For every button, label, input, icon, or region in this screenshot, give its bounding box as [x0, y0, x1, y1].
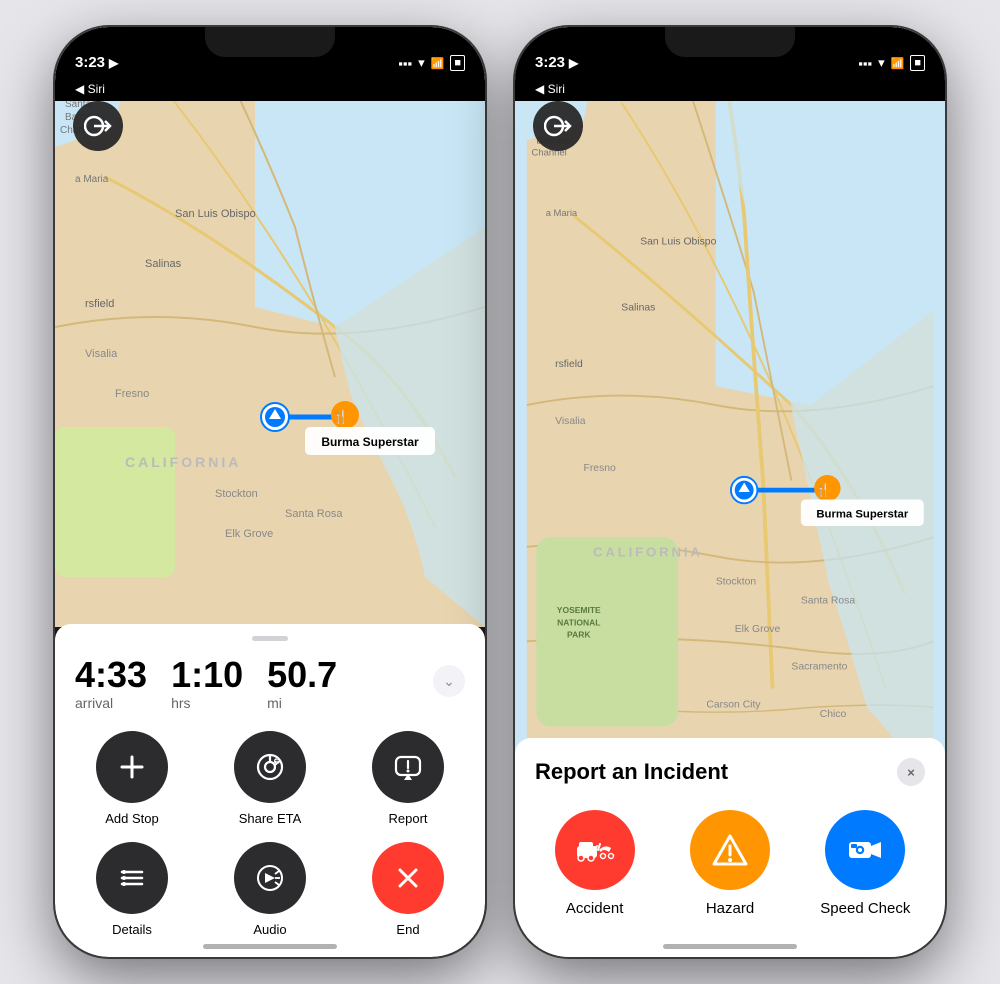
notch-1: [205, 27, 335, 57]
share-eta-item: + Share ETA: [213, 731, 327, 826]
svg-text:San Luis Obispo: San Luis Obispo: [175, 208, 256, 220]
svg-text:Stockton: Stockton: [215, 488, 258, 500]
svg-text:rsfield: rsfield: [85, 298, 114, 310]
incident-grid: Accident Hazard: [535, 810, 925, 917]
svg-text:Santa Rosa: Santa Rosa: [285, 508, 343, 520]
report-header: Report an Incident ×: [535, 758, 925, 786]
svg-text:Stockton: Stockton: [716, 577, 757, 588]
audio-button[interactable]: [234, 842, 306, 914]
speed-check-label: Speed Check: [820, 900, 910, 917]
notch-2: [665, 27, 795, 57]
hazard-item: Hazard: [670, 810, 789, 917]
report-item: Report: [351, 731, 465, 826]
svg-text:YOSEMITE: YOSEMITE: [557, 605, 601, 615]
report-button[interactable]: [372, 731, 444, 803]
svg-text:Salinas: Salinas: [145, 258, 182, 270]
add-stop-item: Add Stop: [75, 731, 189, 826]
report-panel: Report an Incident ×: [515, 738, 945, 957]
hazard-button[interactable]: [690, 810, 770, 890]
accident-button[interactable]: [555, 810, 635, 890]
accident-label: Accident: [566, 900, 624, 917]
hazard-label: Hazard: [706, 900, 754, 917]
phone-2: 3:23 ▶ ▪▪▪ ▾ 📶 ■ ◀ Siri: [515, 27, 945, 957]
details-item: Details: [75, 842, 189, 937]
details-button[interactable]: [96, 842, 168, 914]
siri-label-1: ◀ Siri: [55, 77, 485, 101]
audio-label: Audio: [253, 922, 286, 937]
svg-text:🍴: 🍴: [333, 409, 349, 425]
status-icons-1: ▪▪▪ ▾ 📶 ■: [398, 55, 465, 71]
speed-check-button[interactable]: [825, 810, 905, 890]
report-label: Report: [388, 811, 427, 826]
svg-text:Visalia: Visalia: [85, 348, 118, 360]
svg-text:rsfield: rsfield: [555, 359, 583, 370]
svg-text:Santa Rosa: Santa Rosa: [801, 596, 855, 607]
svg-text:Burma Superstar: Burma Superstar: [816, 509, 909, 521]
svg-text:PARK: PARK: [567, 630, 591, 640]
share-eta-button[interactable]: +: [234, 731, 306, 803]
report-close-button[interactable]: ×: [897, 758, 925, 786]
share-eta-label: Share ETA: [239, 811, 302, 826]
svg-text:NATIONAL: NATIONAL: [557, 617, 600, 627]
svg-text:CALIFORNIA: CALIFORNIA: [125, 454, 241, 470]
svg-text:Sacramento: Sacramento: [791, 662, 847, 673]
end-button[interactable]: [372, 842, 444, 914]
action-grid: Add Stop +: [75, 731, 465, 937]
svg-text:Elk Grove: Elk Grove: [225, 528, 273, 540]
report-title: Report an Incident: [535, 759, 728, 785]
svg-text:Fresno: Fresno: [115, 388, 149, 400]
svg-text:+: +: [275, 756, 280, 765]
arrival-stat: 4:33 arrival: [75, 657, 147, 711]
siri-label-2: ◀ Siri: [515, 77, 945, 101]
distance-stat: 50.7 mi: [267, 657, 337, 711]
nav-stats: 4:33 arrival 1:10 hrs 50.7 mi ⌄: [75, 657, 465, 711]
back-button-1[interactable]: [73, 101, 123, 151]
end-item: End: [351, 842, 465, 937]
accident-item: Accident: [535, 810, 654, 917]
back-button-2[interactable]: [533, 101, 583, 151]
add-stop-button[interactable]: [96, 731, 168, 803]
duration-stat: 1:10 hrs: [171, 657, 243, 711]
nav-expand-button[interactable]: ⌄: [433, 665, 465, 697]
svg-text:Visalia: Visalia: [555, 416, 586, 427]
svg-text:San Luis Obispo: San Luis Obispo: [640, 236, 716, 247]
svg-text:Carson City: Carson City: [706, 699, 761, 710]
audio-item: Audio: [213, 842, 327, 937]
svg-text:🍴: 🍴: [816, 482, 831, 498]
status-icons-2: ▪▪▪ ▾ 📶 ■: [858, 55, 925, 71]
nav-handle: [252, 636, 288, 641]
phone-1: 3:23 ▶ ▪▪▪ ▾ 📶 ■ ◀ Siri: [55, 27, 485, 957]
svg-text:Salinas: Salinas: [621, 303, 655, 314]
svg-text:a Maria: a Maria: [75, 174, 109, 185]
speed-check-item: Speed Check: [806, 810, 925, 917]
svg-text:Burma Superstar: Burma Superstar: [321, 435, 419, 449]
svg-text:Elk Grove: Elk Grove: [735, 624, 781, 635]
details-label: Details: [112, 922, 152, 937]
home-indicator-1: [203, 944, 337, 949]
nav-panel: 4:33 arrival 1:10 hrs 50.7 mi ⌄: [55, 624, 485, 957]
svg-text:Fresno: Fresno: [584, 463, 617, 474]
time-display-2: 3:23 ▶: [535, 54, 578, 71]
home-indicator-2: [663, 944, 797, 949]
end-label: End: [396, 922, 419, 937]
svg-text:a Maria: a Maria: [546, 208, 578, 219]
svg-text:Chico: Chico: [820, 709, 847, 720]
time-display-1: 3:23 ▶: [75, 54, 118, 71]
add-stop-label: Add Stop: [105, 811, 159, 826]
svg-text:CALIFORNIA: CALIFORNIA: [593, 544, 703, 559]
